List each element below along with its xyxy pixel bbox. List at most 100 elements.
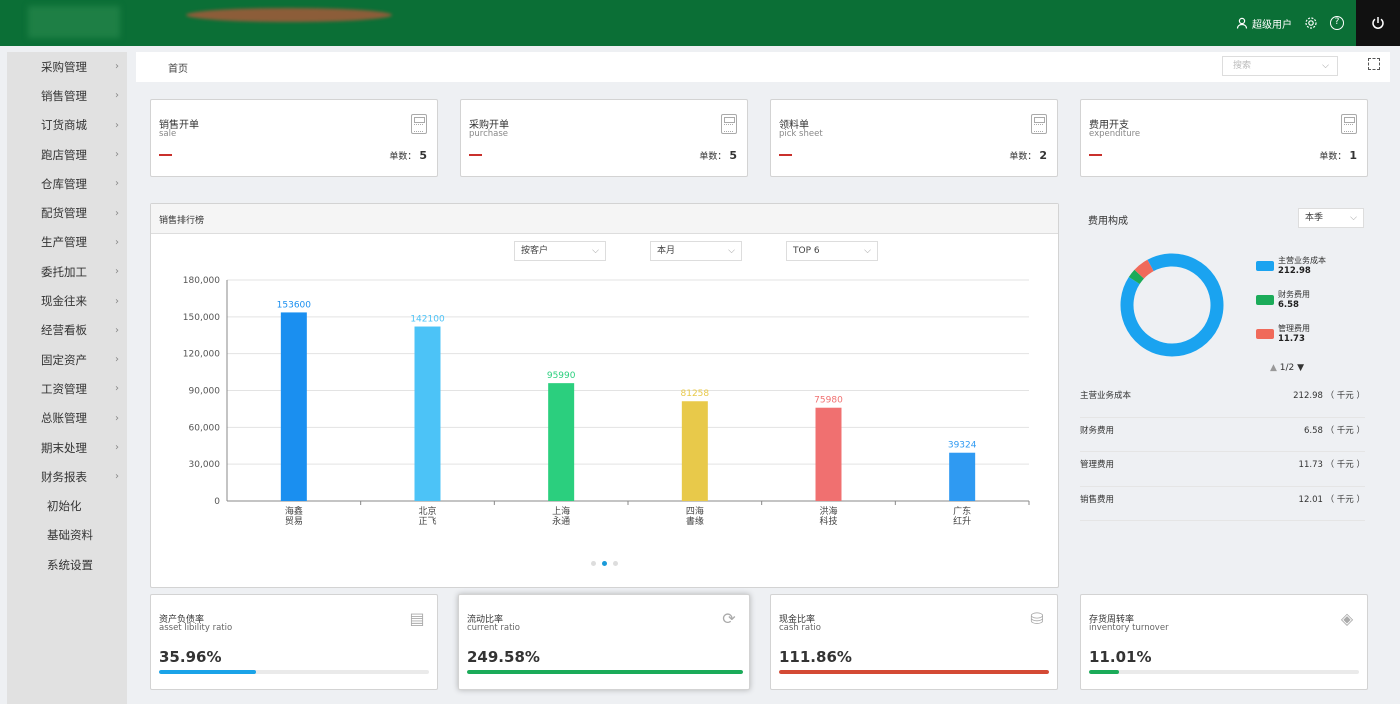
sidebar-item[interactable]: 订货商城 › [7,111,127,140]
sidebar-item-label: 跑店管理 [41,147,87,162]
bar[interactable] [548,383,575,501]
ratio-card[interactable]: 流动比率 current ratio ⟳ 249.58% [458,594,750,690]
x-tick-label: 上海永通 [552,505,570,527]
bar[interactable] [949,452,976,501]
stat-card[interactable]: 费用开支 expenditure 单数： 1 [1080,99,1368,177]
main-area: 首页 搜索 ⌵ 销售开单 sale 单数： 5 采购开单 purchase 单数： 5 领料单 p… [136,52,1390,704]
pager-dot[interactable] [591,561,596,566]
stat-card[interactable]: 采购开单 purchase 单数： 5 [460,99,748,177]
legend-swatch [1256,329,1274,339]
exchange-icon: ⟳ [722,609,736,628]
sidebar-item[interactable]: 仓库管理 › [7,169,127,198]
stat-count: 单数： 5 [389,149,427,162]
bar[interactable] [414,326,441,501]
sidebar-item[interactable]: 销售管理 › [7,81,127,110]
cost-row-value: 11.73 （ 千元 ） [1298,460,1365,470]
sidebar-item-label: 总账管理 [41,411,87,426]
sidebar-item[interactable]: 工资管理 › [7,374,127,403]
sidebar-item[interactable]: 跑店管理 › [7,140,127,169]
x-tick-label-line: 四海 [686,505,704,517]
sidebar-item-label: 工资管理 [41,381,87,396]
chevron-right-icon: › [115,266,119,278]
ratio-card[interactable]: 资产负债率 asset libility ratio ▤ 35.96% [150,594,438,690]
donut-slice[interactable] [1128,269,1145,285]
stat-count: 单数： 2 [1009,149,1047,162]
cost-period-select[interactable]: 本季 ⌵ [1298,208,1364,228]
sidebar-item-label: 生产管理 [41,235,87,250]
help-icon[interactable]: ? [1330,16,1344,30]
user-name: 超级用户 [1252,19,1292,31]
stat-card[interactable]: 领料单 pick sheet 单数： 2 [770,99,1058,177]
bar-value-label: 95990 [547,371,576,381]
chevron-down-icon: ⌵ [1322,61,1329,71]
filter-customer-select[interactable]: 按客户 ⌵ [514,241,606,261]
pager-dot[interactable] [613,561,618,566]
sidebar-item[interactable]: 总账管理 › [7,404,127,433]
fullscreen-icon[interactable] [1368,58,1380,70]
sidebar-item[interactable]: 基础资料 [7,521,127,550]
legend-item[interactable]: 主营业务成本 212.98 [1256,255,1326,289]
calculator-icon [1341,114,1357,134]
pager-down-icon[interactable]: ▼ [1297,363,1304,373]
sidebar-item[interactable]: 期末处理 › [7,433,127,462]
filter-period-select[interactable]: 本月 ⌵ [650,241,742,261]
bar[interactable] [280,312,307,501]
sidebar-item[interactable]: 配货管理 › [7,198,127,227]
x-tick-label-line: 正飞 [418,516,436,527]
ratio-card[interactable]: 存货周转率 inventory turnover ◈ 11.01% [1080,594,1368,690]
legend-item[interactable]: 管理费用 11.73 [1256,323,1326,357]
ratio-progress-fill [467,670,743,674]
cost-table: 主营业务成本 212.98 （ 千元 ） 财务费用 6.58 （ 千元 ） 管理费用 11… [1080,383,1365,521]
bar[interactable] [681,401,708,501]
sidebar-item[interactable]: 采购管理 › [7,52,127,81]
breadcrumb-home[interactable]: 首页 [168,60,188,75]
cost-row: 销售费用 12.01 （ 千元 ） [1080,487,1365,521]
sidebar-item-label: 仓库管理 [41,176,87,191]
gear-icon[interactable] [1304,16,1318,30]
chevron-right-icon: › [115,412,119,424]
stat-count-label: 单数： [699,152,727,162]
y-tick-label: 30,000 [189,460,221,470]
y-tick-label: 0 [214,497,220,507]
bar-value-label: 153600 [277,300,312,310]
stat-card[interactable]: 销售开单 sale 单数： 5 [150,99,438,177]
ratio-progress-fill [159,670,257,674]
calculator-icon [411,114,427,134]
pager-up-icon[interactable]: ▲ [1270,363,1277,373]
bar[interactable] [815,407,842,501]
sidebar-item[interactable]: 系统设置 [7,550,127,579]
sales-rank-header: 销售排行榜 [151,204,1058,234]
sidebar-item[interactable]: 初始化 [7,491,127,520]
sidebar-item[interactable]: 财务报表 › [7,462,127,491]
pager-dot[interactable] [602,561,607,566]
ratio-card[interactable]: 现金比率 cash ratio ⛁ 111.86% [770,594,1058,690]
sidebar-item-label: 固定资产 [41,352,87,367]
sales-rank-title: 销售排行榜 [159,216,205,226]
sidebar-item[interactable]: 固定资产 › [7,345,127,374]
cost-row-label: 销售费用 [1080,494,1115,505]
chevron-down-icon: ⌵ [864,246,871,256]
x-tick-label-line: 贸易 [285,515,303,527]
x-tick-label: 四海書缘 [686,505,704,527]
sidebar-item[interactable]: 经营看板 › [7,316,127,345]
donut-slice[interactable] [1134,259,1154,279]
legend-swatch [1256,295,1274,305]
search-select[interactable]: 搜索 ⌵ [1222,56,1338,76]
power-button[interactable] [1356,0,1400,46]
coins-icon: ⛁ [1030,609,1044,628]
legend-item[interactable]: 财务费用 6.58 [1256,289,1326,323]
stat-subtitle: expenditure [1089,129,1141,139]
ratio-value: 249.58% [467,648,540,666]
sidebar-item[interactable]: 生产管理 › [7,228,127,257]
sidebar-item[interactable]: 现金往来 › [7,286,127,315]
chevron-right-icon: › [115,471,119,483]
stat-dash [469,154,482,156]
x-tick-label: 海鑫贸易 [285,505,303,527]
sidebar-item-label: 系统设置 [47,557,93,572]
sidebar-item-label: 采购管理 [41,59,87,74]
cost-row-label: 管理费用 [1080,460,1115,470]
user-menu[interactable]: 超级用户 [1236,16,1292,31]
filter-top-select[interactable]: TOP 6 ⌵ [786,241,878,261]
sidebar-item[interactable]: 委托加工 › [7,257,127,286]
breadcrumb-bar: 首页 搜索 ⌵ [136,52,1390,82]
